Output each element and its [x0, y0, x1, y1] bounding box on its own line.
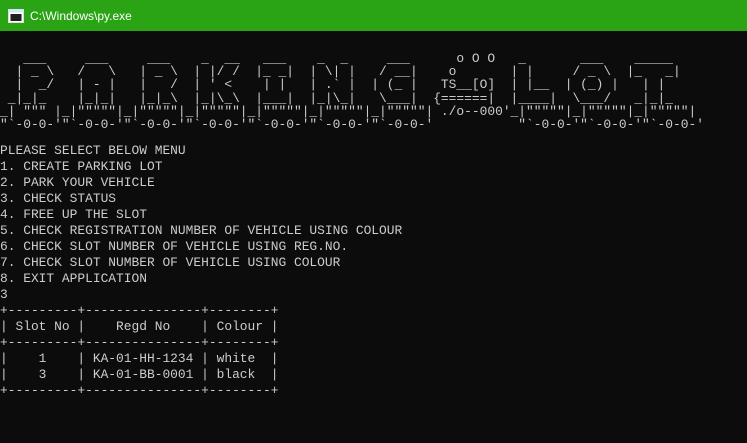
menu-item: 5. CHECK REGISTRATION NUMBER OF VEHICLE …: [0, 223, 403, 239]
menu-item: 4. FREE UP THE SLOT: [0, 207, 147, 223]
menu-item: 6. CHECK SLOT NUMBER OF VEHICLE USING RE…: [0, 239, 349, 255]
title-bar[interactable]: C:\Windows\py.exe: [0, 0, 747, 31]
console-window-icon: [8, 8, 24, 23]
menu-item: 3. CHECK STATUS: [0, 191, 117, 207]
banner-line: | _/ | - | | / | ' < | | | .` | | (_ | T…: [0, 77, 666, 93]
banner-line: "`-0-0-'"`-0-0-'"`-0-0-'"`-0-0-'"`-0-0-'…: [0, 117, 704, 133]
table-border: +---------+---------------+--------+: [0, 303, 279, 319]
window-title: C:\Windows\py.exe: [30, 8, 132, 23]
ascii-banner: ___ ___ ___ _ __ ___ _ _ ___ o O O _ ___…: [0, 52, 747, 131]
banner-line: _|_|_ |_|_| |_|_\ |_|\_\ |___| |_|\_| \_…: [0, 90, 674, 106]
menu-item: 8. EXIT APPLICATION: [0, 271, 147, 287]
menu-item: 2. PARK YOUR VEHICLE: [0, 175, 155, 191]
table-border: +---------+---------------+--------+: [0, 383, 279, 399]
table-row: | 3 | KA-01-BB-0001 | black |: [0, 367, 279, 383]
status-table: +---------+---------------+--------+ | S…: [0, 303, 747, 399]
menu-listing: PLEASE SELECT BELOW MENU 1. CREATE PARKI…: [0, 143, 747, 303]
console-window: C:\Windows\py.exe ___ ___ ___ _ __ ___ _…: [0, 0, 747, 443]
table-row: | 1 | KA-01-HH-1234 | white |: [0, 351, 279, 367]
user-input: 3: [0, 287, 8, 303]
console-output[interactable]: ___ ___ ___ _ __ ___ _ _ ___ o O O _ ___…: [0, 52, 747, 443]
menu-item: 1. CREATE PARKING LOT: [0, 159, 163, 175]
table-border: +---------+---------------+--------+: [0, 335, 279, 351]
menu-item: 7. CHECK SLOT NUMBER OF VEHICLE USING CO…: [0, 255, 341, 271]
menu-heading: PLEASE SELECT BELOW MENU: [0, 143, 186, 159]
table-header: | Slot No | Regd No | Colour |: [0, 319, 279, 335]
